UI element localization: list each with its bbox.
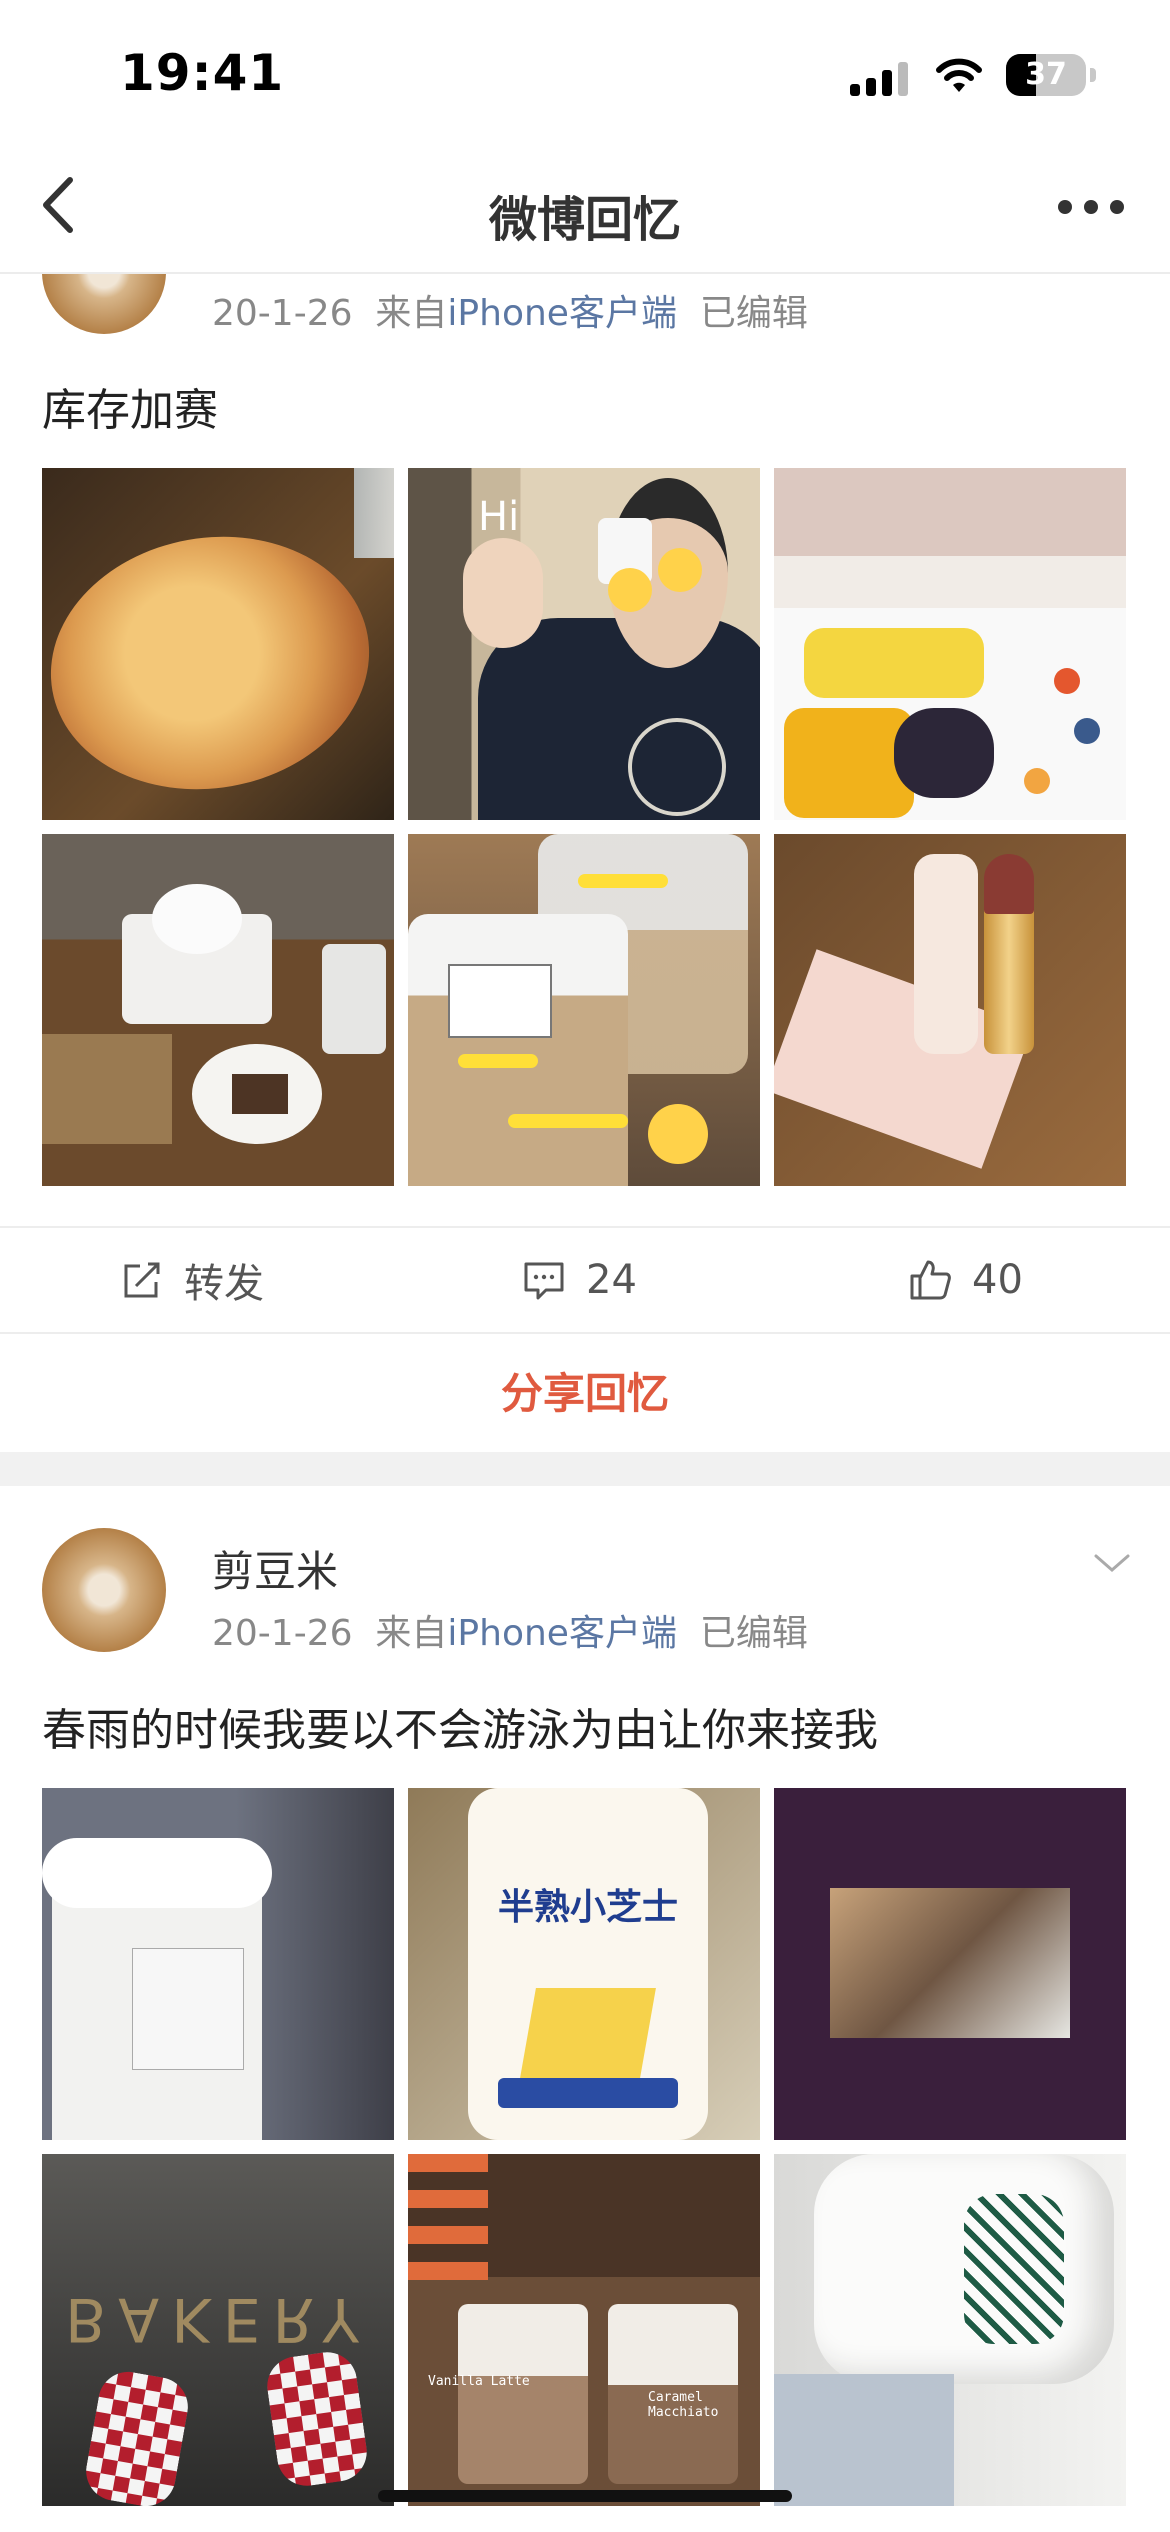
post-meta: 20-1-26 来自iPhone客户端 已编辑 bbox=[212, 1604, 808, 1656]
photo-hi-text: Hi bbox=[478, 494, 520, 540]
repost-label: 转发 bbox=[184, 1261, 264, 1307]
like-button[interactable]: 40 bbox=[908, 1228, 1023, 1332]
avatar[interactable] bbox=[42, 1528, 166, 1652]
share-memory-button[interactable]: 分享回忆 bbox=[0, 1332, 1170, 1454]
photo-selfie[interactable]: Hi bbox=[408, 468, 760, 820]
photo-bakery-shoes[interactable]: BAKERY bbox=[42, 2154, 394, 2506]
comment-icon bbox=[524, 1262, 564, 1300]
username[interactable]: 剪豆米 bbox=[212, 1538, 338, 1599]
edited-label: 已编辑 bbox=[699, 293, 808, 334]
wifi-icon bbox=[936, 58, 982, 92]
battery-icon: 37 bbox=[1006, 54, 1096, 96]
thumbs-up-icon bbox=[910, 1260, 951, 1300]
cellular-signal-icon bbox=[850, 60, 910, 96]
post-text: 春雨的时候我要以不会游泳为由让你来接我 bbox=[42, 1705, 878, 1756]
post-action-bar: 转发 24 40 bbox=[0, 1226, 1170, 1332]
post-source-link[interactable]: iPhone客户端 bbox=[447, 293, 677, 334]
battery-percent: 37 bbox=[1025, 57, 1067, 92]
post-meta: 20-1-26 来自iPhone客户端 已编辑 bbox=[212, 284, 808, 336]
post-date: 20-1-26 bbox=[212, 1613, 353, 1654]
photo-grid: 半熟小芝士 BAKERY Vanilla Latte Caramel Macch… bbox=[42, 1788, 1128, 2508]
source-prefix: 来自 bbox=[375, 293, 448, 334]
photo-cheese-cake-pack[interactable]: 半熟小芝士 bbox=[408, 1788, 760, 2140]
photo-birthday-cake[interactable] bbox=[42, 834, 394, 1186]
comment-count: 24 bbox=[586, 1257, 637, 1303]
photo-pizza[interactable] bbox=[42, 468, 394, 820]
cheese-pack-title: 半熟小芝士 bbox=[497, 1887, 678, 1928]
section-divider bbox=[0, 1452, 1170, 1486]
chevron-down-icon[interactable] bbox=[1090, 1548, 1134, 1578]
latte-label-2: Caramel Macchiato bbox=[648, 2390, 719, 2420]
post-date: 20-1-26 bbox=[212, 293, 353, 334]
photo-mcdonalds[interactable] bbox=[774, 1788, 1126, 2140]
page-title: 微博回忆 bbox=[488, 192, 681, 248]
photo-lattes[interactable]: Vanilla Latte Caramel Macchiato bbox=[408, 2154, 760, 2506]
photo-coffee-cup[interactable] bbox=[42, 1788, 394, 2140]
latte-label-1: Vanilla Latte bbox=[428, 2374, 530, 2389]
edited-label: 已编辑 bbox=[699, 1613, 808, 1654]
comment-button[interactable]: 24 bbox=[522, 1228, 637, 1332]
status-bar: 19:41 37 bbox=[0, 0, 1170, 140]
bakery-letters: BAKERY bbox=[65, 2284, 371, 2354]
like-count: 40 bbox=[972, 1257, 1023, 1303]
photo-grid: Hi bbox=[42, 468, 1128, 1188]
photo-mango-dessert[interactable] bbox=[774, 468, 1126, 820]
post-source-link[interactable]: iPhone客户端 bbox=[447, 1613, 677, 1654]
more-options-icon[interactable] bbox=[1058, 200, 1128, 216]
repost-button[interactable]: 转发 bbox=[120, 1228, 264, 1332]
post-text: 库存加赛 bbox=[42, 385, 218, 436]
photo-milk-tea[interactable] bbox=[408, 834, 760, 1186]
source-prefix: 来自 bbox=[375, 1613, 448, 1654]
status-time: 19:41 bbox=[120, 44, 285, 102]
photo-lipstick[interactable] bbox=[774, 834, 1126, 1186]
home-indicator bbox=[378, 2490, 792, 2502]
photo-white-jacket[interactable] bbox=[774, 2154, 1126, 2506]
repost-icon bbox=[124, 1262, 160, 1298]
nav-bar: 微博回忆 bbox=[0, 140, 1170, 274]
